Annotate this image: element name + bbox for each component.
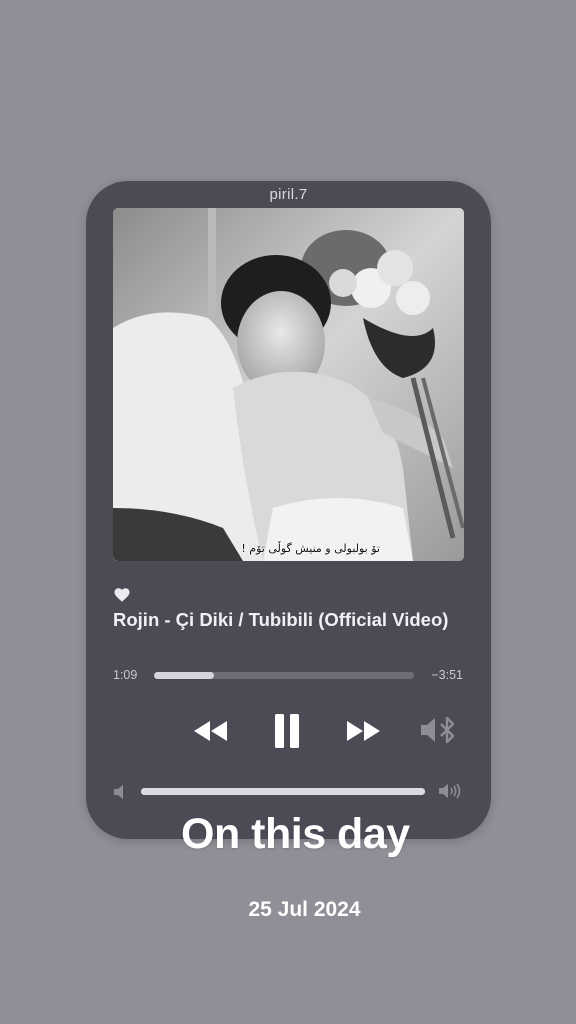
username-label: piril.7: [269, 186, 308, 203]
pause-button[interactable]: [273, 713, 301, 749]
fast-forward-icon: [347, 721, 380, 741]
bluetooth-speaker-icon: [421, 716, 455, 744]
memory-date: 25 Jul 2024: [248, 898, 361, 921]
volume-fill: [141, 788, 425, 795]
artwork-photo: [113, 208, 464, 561]
heart-icon[interactable]: [113, 586, 131, 604]
artwork-caption: تۆ بولبولی و منیش گوڵی تۆم !: [241, 542, 380, 555]
remaining-time: −3:51: [431, 668, 463, 682]
progress-fill: [154, 672, 214, 679]
music-player-card: piril.7 تۆ بولبولی و منیش گوڵی تۆم ! Roj…: [86, 181, 491, 839]
progress-slider[interactable]: [154, 672, 414, 679]
volume-low-icon: [114, 785, 123, 799]
album-artwork[interactable]: تۆ بولبولی و منیش گوڵی تۆم !: [113, 208, 464, 561]
bluetooth-speaker-button[interactable]: [419, 715, 459, 745]
rewind-icon: [194, 721, 227, 741]
volume-high-icon: [439, 783, 461, 799]
song-title: Rojin - Çi Diki / Tubibili (Official Vid…: [113, 609, 449, 630]
rewind-button[interactable]: [192, 719, 230, 743]
volume-slider[interactable]: [141, 788, 425, 795]
elapsed-time: 1:09: [113, 668, 138, 682]
pause-icon: [275, 714, 299, 748]
fast-forward-button[interactable]: [344, 719, 382, 743]
on-this-day-title: On this day: [181, 810, 410, 858]
